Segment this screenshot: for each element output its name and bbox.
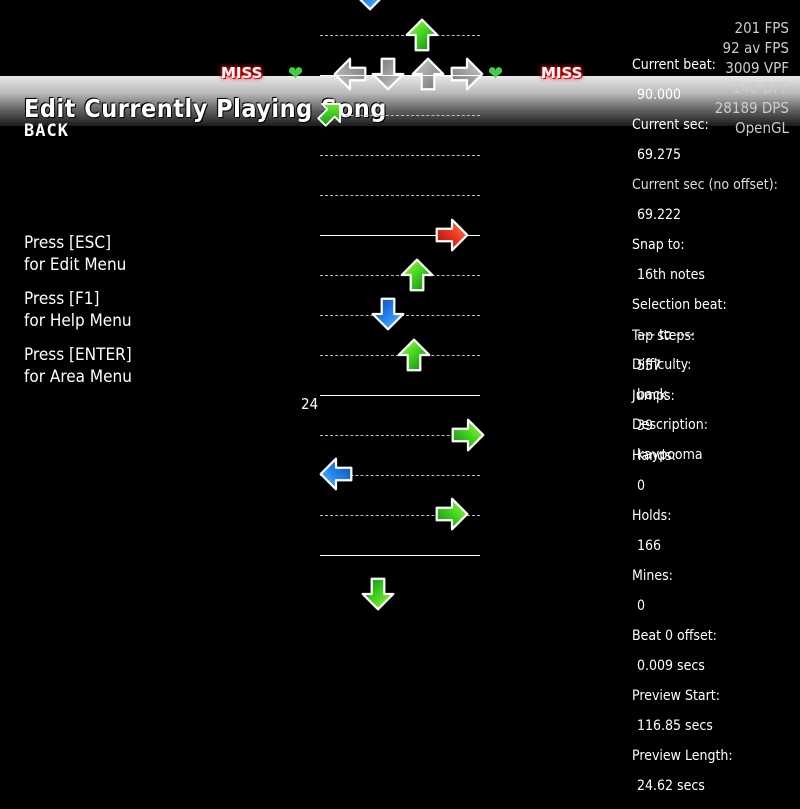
help-key: Press [F1]	[24, 289, 100, 309]
receptor-left-icon	[332, 56, 368, 92]
arrow-left-icon[interactable]	[318, 456, 354, 492]
help-help-menu: Press [F1] for Help Menu	[24, 288, 132, 332]
info-value: 116.85 secs	[637, 718, 713, 734]
help-desc: for Help Menu	[24, 311, 132, 331]
judgment-miss-right: MISS	[541, 64, 583, 82]
info-label: Jumps:	[632, 388, 675, 404]
step-stats-panel: Tap steps: 557 Jumps: 39 Hands: 0 Holds:…	[624, 314, 733, 809]
help-key: Press [ESC]	[24, 233, 112, 253]
receptor-up-icon	[410, 56, 446, 92]
help-edit-menu: Press [ESC] for Edit Menu	[24, 232, 126, 276]
help-area-menu: Press [ENTER] for Area Menu	[24, 344, 132, 388]
info-label: Beat 0 offset:	[632, 628, 717, 644]
info-label: Snap to:	[632, 237, 685, 253]
arrow-down-icon[interactable]	[370, 296, 406, 332]
arrow-right-icon[interactable]	[434, 496, 470, 532]
heart-icon: ❤	[288, 61, 304, 85]
info-value: 0.009 secs	[637, 658, 705, 674]
arrow-right-icon[interactable]	[450, 417, 486, 453]
receptor-right-icon	[449, 56, 485, 92]
info-label: Tap steps:	[632, 328, 696, 344]
info-value: 69.222	[637, 207, 682, 223]
info-value: 0	[637, 478, 646, 494]
help-key: Press [ENTER]	[24, 345, 132, 365]
measure-line	[320, 555, 480, 556]
info-label: Current sec (no offset):	[632, 177, 778, 193]
judgment-miss-left: MISS	[221, 64, 263, 82]
measure-number: 24	[301, 395, 319, 413]
back-button[interactable]: BACK	[24, 121, 69, 141]
beat-line	[320, 35, 480, 36]
info-label: Mines:	[632, 568, 673, 584]
info-label: Selection beat:	[632, 297, 727, 313]
stat-fps: 201 FPS	[734, 19, 789, 37]
info-value: 0	[637, 598, 646, 614]
info-value: 69.275	[637, 147, 682, 163]
info-label: Current sec:	[632, 117, 709, 133]
arrow-right-icon[interactable]	[434, 217, 470, 253]
info-label: Hands:	[632, 448, 676, 464]
info-label: Current beat:	[632, 57, 716, 73]
help-desc: for Area Menu	[24, 367, 132, 387]
arrow-up-icon[interactable]	[316, 98, 346, 128]
arrow-down-icon[interactable]	[352, 0, 388, 12]
heart-icon: ❤	[488, 61, 504, 85]
arrow-down-icon[interactable]	[360, 576, 396, 612]
info-value: 24.62 secs	[637, 778, 705, 794]
info-value: 39	[637, 418, 654, 434]
beat-line	[320, 195, 480, 196]
info-label: Holds:	[632, 508, 672, 524]
info-value: 16th notes	[637, 267, 705, 283]
arrow-up-icon[interactable]	[399, 257, 435, 293]
info-label: Preview Length:	[632, 748, 733, 764]
info-value: 166	[637, 538, 662, 554]
receptor-down-icon	[370, 56, 406, 92]
beat-line	[320, 155, 480, 156]
measure-line	[320, 395, 480, 396]
arrow-up-icon[interactable]	[396, 337, 432, 373]
info-value: 557	[637, 358, 662, 374]
info-label: Preview Start:	[632, 688, 720, 704]
help-desc: for Edit Menu	[24, 255, 127, 275]
measure-line	[320, 75, 480, 76]
arrow-up-icon[interactable]	[404, 17, 440, 53]
info-value: 90.000	[637, 87, 682, 103]
